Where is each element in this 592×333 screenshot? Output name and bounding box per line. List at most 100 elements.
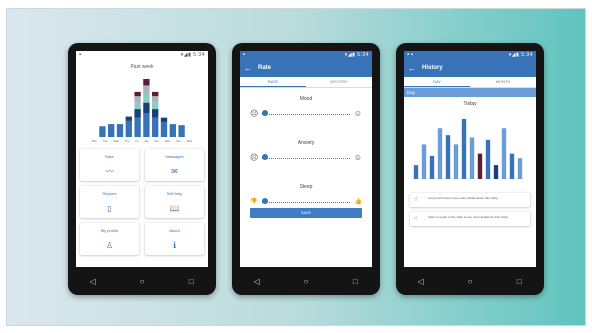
rating-label: Anxiety bbox=[297, 140, 315, 146]
anxiety-slider[interactable]: ☹ ☺ bbox=[250, 153, 362, 163]
bar-segment[interactable] bbox=[160, 117, 168, 122]
day-tick-label: Mon bbox=[92, 140, 98, 143]
bar[interactable] bbox=[429, 155, 435, 179]
status-bar: ▪ ▾◢▮ 5:34 bbox=[240, 51, 372, 60]
chart-title: Today bbox=[463, 101, 477, 107]
hint-text: Long touch bars to see more details abou… bbox=[428, 195, 498, 200]
self-help-card[interactable]: Self-help 📖 bbox=[145, 186, 204, 218]
bar-segment[interactable] bbox=[143, 102, 150, 114]
happy-face-icon: ☺ bbox=[353, 109, 362, 118]
page-title: History bbox=[422, 65, 443, 71]
sleep-slider[interactable]: 👎 👍 bbox=[250, 197, 362, 207]
home-nav-icon[interactable]: ○ bbox=[460, 277, 480, 286]
app-bar: ← Rate bbox=[240, 60, 372, 77]
bar-segment[interactable] bbox=[143, 113, 150, 137]
day-axis: Mon Tue Wed Thu Fri Sat Sun Mon Tue Wed bbox=[92, 140, 192, 143]
bar[interactable] bbox=[461, 119, 467, 179]
home-nav-icon[interactable]: ○ bbox=[296, 277, 316, 286]
bar-segment[interactable] bbox=[116, 124, 124, 137]
notification-icon: ▪ ▪ bbox=[407, 52, 413, 58]
bar-segment[interactable] bbox=[160, 121, 168, 137]
bar-segment[interactable] bbox=[152, 109, 159, 118]
tab-history[interactable]: HISTORY bbox=[306, 77, 372, 87]
bar[interactable] bbox=[445, 135, 451, 179]
bar[interactable] bbox=[485, 139, 491, 179]
bar-segment[interactable] bbox=[152, 96, 159, 103]
bar[interactable] bbox=[413, 165, 419, 179]
navigation-bar: ◁ ○ □ bbox=[232, 267, 380, 295]
card-label: Self-help bbox=[166, 191, 183, 196]
bar-segment[interactable] bbox=[143, 94, 150, 103]
bar-segment[interactable] bbox=[143, 79, 150, 86]
reports-card[interactable]: Reports ▯ bbox=[80, 186, 139, 218]
slider-thumb[interactable] bbox=[262, 154, 269, 160]
bar-segment[interactable] bbox=[134, 96, 141, 103]
card-label: Rate bbox=[105, 154, 114, 159]
back-nav-icon[interactable]: ◁ bbox=[83, 277, 103, 286]
tab-day[interactable]: DAY bbox=[404, 77, 470, 87]
back-nav-icon[interactable]: ◁ bbox=[247, 277, 267, 286]
status-bar: ▪ ▾◢▮ 5:34 bbox=[76, 51, 208, 60]
recents-nav-icon[interactable]: □ bbox=[345, 277, 365, 286]
home-nav-icon[interactable]: ○ bbox=[132, 277, 152, 286]
card-label: About bbox=[169, 228, 180, 233]
bar-segment[interactable] bbox=[99, 126, 106, 137]
save-button[interactable]: SAVE bbox=[250, 208, 362, 218]
messages-card[interactable]: Messages ✉ bbox=[145, 149, 204, 181]
bar[interactable] bbox=[477, 153, 483, 179]
bar-segment[interactable] bbox=[134, 91, 141, 97]
tab-bar: RATE HISTORY bbox=[240, 77, 372, 88]
bar-segment[interactable] bbox=[143, 85, 150, 95]
slider-thumb[interactable] bbox=[262, 198, 269, 204]
past-week-chart[interactable] bbox=[98, 77, 186, 137]
day-tick-label: Tue bbox=[176, 140, 181, 143]
bar-segment[interactable] bbox=[134, 117, 141, 137]
bar-segment[interactable] bbox=[125, 120, 132, 137]
back-arrow-icon[interactable]: ← bbox=[408, 60, 416, 77]
profile-card[interactable]: My profile ♙ bbox=[80, 223, 139, 255]
about-card[interactable]: About ℹ bbox=[145, 223, 204, 255]
recents-nav-icon[interactable]: □ bbox=[509, 277, 529, 286]
hint-text: Click on a part of the chart to see more… bbox=[428, 214, 508, 219]
bar-segment[interactable] bbox=[125, 116, 132, 121]
bar-segment[interactable] bbox=[134, 109, 141, 118]
bar-segment[interactable] bbox=[169, 124, 176, 137]
bar[interactable] bbox=[453, 144, 459, 179]
rate-card[interactable]: Rate 〰 bbox=[80, 149, 139, 181]
bar[interactable] bbox=[469, 137, 475, 179]
bar[interactable] bbox=[493, 165, 499, 179]
rate-screen: ▪ ▾◢▮ 5:34 ← Rate RATE HISTORY Mood ☹ ☺ … bbox=[240, 51, 372, 267]
page-title: Rate bbox=[258, 65, 272, 71]
bar-segment[interactable] bbox=[108, 124, 115, 137]
rating-label: Sleep bbox=[299, 184, 313, 190]
notification-icon: ▪ bbox=[243, 52, 246, 58]
bar-segment[interactable] bbox=[178, 125, 185, 137]
hand-icon: ☝ bbox=[414, 197, 418, 203]
tap-icon: ☝ bbox=[414, 216, 418, 222]
today-chart[interactable] bbox=[412, 117, 524, 179]
card-label: Reports bbox=[102, 191, 117, 196]
back-nav-icon[interactable]: ◁ bbox=[411, 277, 431, 286]
bar[interactable] bbox=[437, 128, 443, 179]
hint-card: ☝ Click on a part of the chart to see mo… bbox=[410, 212, 530, 226]
tab-month[interactable]: MONTH bbox=[470, 77, 536, 87]
bar-segment[interactable] bbox=[134, 102, 141, 110]
bar[interactable] bbox=[517, 158, 523, 179]
info-icon: ℹ bbox=[172, 241, 177, 250]
back-arrow-icon[interactable]: ← bbox=[244, 60, 252, 77]
history-screen: ▪ ▪ ▾◢▮ 5:34 ← History DAY MONTH Day Tod… bbox=[404, 51, 536, 267]
bar[interactable] bbox=[509, 153, 515, 179]
bar-segment[interactable] bbox=[152, 117, 159, 137]
bar-segment[interactable] bbox=[152, 102, 159, 110]
tab-bar: DAY MONTH bbox=[404, 77, 536, 88]
mood-rating: Mood ☹ ☺ bbox=[240, 88, 372, 132]
mood-slider[interactable]: ☹ ☺ bbox=[250, 109, 362, 119]
day-tick-label: Sat bbox=[144, 140, 149, 143]
bar-segment[interactable] bbox=[152, 91, 159, 97]
bar[interactable] bbox=[421, 144, 427, 179]
slider-thumb[interactable] bbox=[262, 110, 269, 116]
tab-rate[interactable]: RATE bbox=[240, 77, 306, 87]
phone-history: ▪ ▪ ▾◢▮ 5:34 ← History DAY MONTH Day Tod… bbox=[396, 43, 544, 295]
bar[interactable] bbox=[501, 128, 507, 179]
recents-nav-icon[interactable]: □ bbox=[181, 277, 201, 286]
